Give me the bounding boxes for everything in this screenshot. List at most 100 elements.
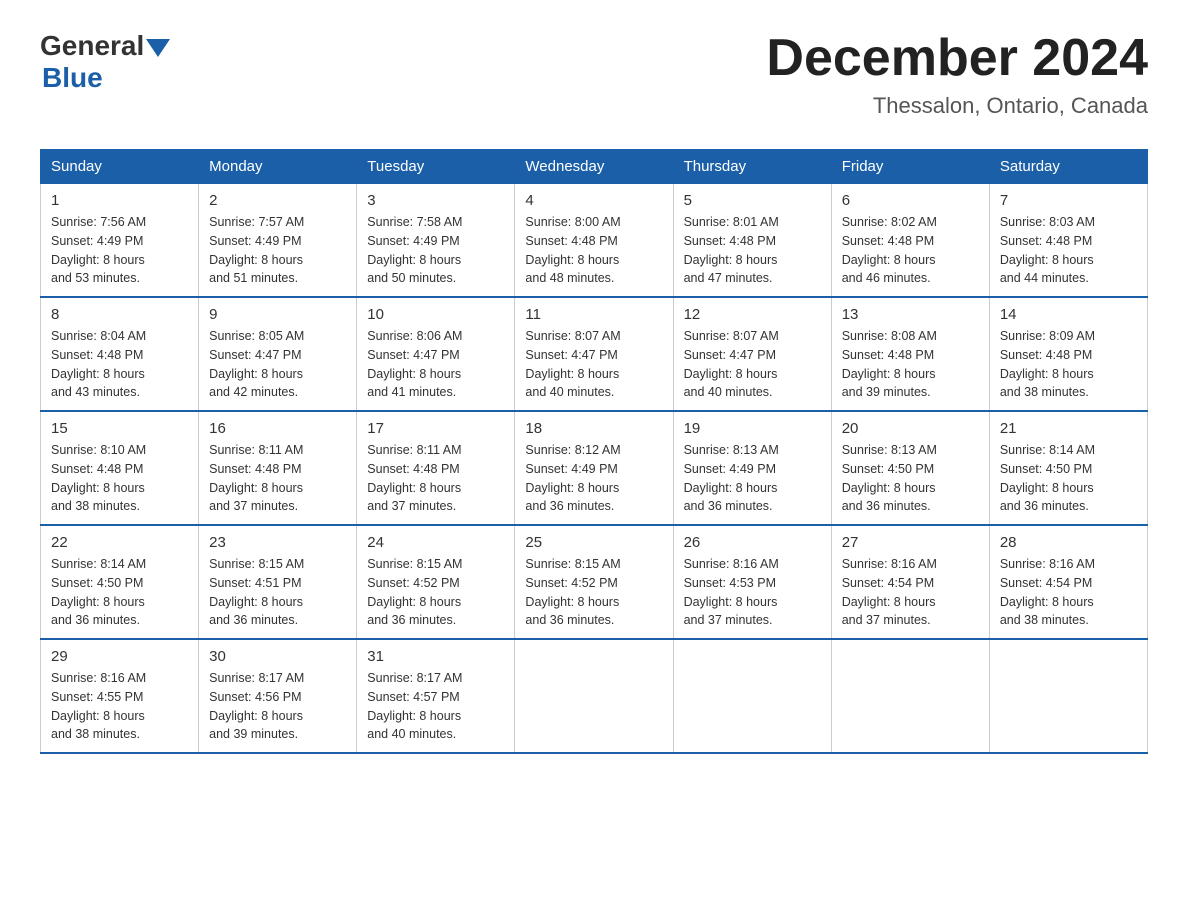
calendar-cell: 31 Sunrise: 8:17 AMSunset: 4:57 PMDaylig… — [357, 639, 515, 753]
calendar-cell: 6 Sunrise: 8:02 AMSunset: 4:48 PMDayligh… — [831, 184, 989, 298]
day-info: Sunrise: 7:57 AMSunset: 4:49 PMDaylight:… — [209, 215, 304, 285]
header-row: SundayMondayTuesdayWednesdayThursdayFrid… — [41, 150, 1148, 184]
day-number: 26 — [684, 534, 821, 551]
calendar-cell — [831, 639, 989, 753]
day-info: Sunrise: 8:16 AMSunset: 4:54 PMDaylight:… — [1000, 557, 1095, 627]
day-info: Sunrise: 8:03 AMSunset: 4:48 PMDaylight:… — [1000, 215, 1095, 285]
day-number: 6 — [842, 192, 979, 209]
header-cell-monday: Monday — [199, 150, 357, 184]
calendar-cell: 7 Sunrise: 8:03 AMSunset: 4:48 PMDayligh… — [989, 184, 1147, 298]
day-number: 5 — [684, 192, 821, 209]
calendar-cell: 24 Sunrise: 8:15 AMSunset: 4:52 PMDaylig… — [357, 525, 515, 639]
day-number: 15 — [51, 420, 188, 437]
day-info: Sunrise: 8:11 AMSunset: 4:48 PMDaylight:… — [209, 443, 303, 513]
calendar-cell: 17 Sunrise: 8:11 AMSunset: 4:48 PMDaylig… — [357, 411, 515, 525]
calendar-cell: 13 Sunrise: 8:08 AMSunset: 4:48 PMDaylig… — [831, 297, 989, 411]
day-number: 22 — [51, 534, 188, 551]
day-info: Sunrise: 8:13 AMSunset: 4:49 PMDaylight:… — [684, 443, 779, 513]
day-number: 27 — [842, 534, 979, 551]
day-info: Sunrise: 8:09 AMSunset: 4:48 PMDaylight:… — [1000, 329, 1095, 399]
calendar-cell: 27 Sunrise: 8:16 AMSunset: 4:54 PMDaylig… — [831, 525, 989, 639]
day-number: 3 — [367, 192, 504, 209]
day-number: 28 — [1000, 534, 1137, 551]
day-number: 12 — [684, 306, 821, 323]
logo-blue-text: Blue — [42, 62, 103, 93]
calendar-cell — [515, 639, 673, 753]
day-info: Sunrise: 8:08 AMSunset: 4:48 PMDaylight:… — [842, 329, 937, 399]
day-info: Sunrise: 8:15 AMSunset: 4:52 PMDaylight:… — [525, 557, 620, 627]
logo: General Blue — [40, 30, 170, 94]
calendar-cell: 12 Sunrise: 8:07 AMSunset: 4:47 PMDaylig… — [673, 297, 831, 411]
day-number: 20 — [842, 420, 979, 437]
day-number: 21 — [1000, 420, 1137, 437]
day-number: 16 — [209, 420, 346, 437]
day-info: Sunrise: 8:16 AMSunset: 4:55 PMDaylight:… — [51, 671, 146, 741]
calendar-cell: 11 Sunrise: 8:07 AMSunset: 4:47 PMDaylig… — [515, 297, 673, 411]
day-number: 23 — [209, 534, 346, 551]
day-number: 9 — [209, 306, 346, 323]
day-number: 10 — [367, 306, 504, 323]
day-info: Sunrise: 8:16 AMSunset: 4:53 PMDaylight:… — [684, 557, 779, 627]
page-header: General Blue December 2024 Thessalon, On… — [40, 30, 1148, 119]
calendar-cell: 9 Sunrise: 8:05 AMSunset: 4:47 PMDayligh… — [199, 297, 357, 411]
day-info: Sunrise: 8:11 AMSunset: 4:48 PMDaylight:… — [367, 443, 461, 513]
calendar-cell: 8 Sunrise: 8:04 AMSunset: 4:48 PMDayligh… — [41, 297, 199, 411]
calendar-cell — [989, 639, 1147, 753]
day-info: Sunrise: 8:17 AMSunset: 4:56 PMDaylight:… — [209, 671, 304, 741]
calendar-cell: 5 Sunrise: 8:01 AMSunset: 4:48 PMDayligh… — [673, 184, 831, 298]
day-info: Sunrise: 8:04 AMSunset: 4:48 PMDaylight:… — [51, 329, 146, 399]
header-cell-friday: Friday — [831, 150, 989, 184]
calendar-week-3: 15 Sunrise: 8:10 AMSunset: 4:48 PMDaylig… — [41, 411, 1148, 525]
day-number: 1 — [51, 192, 188, 209]
calendar-cell: 4 Sunrise: 8:00 AMSunset: 4:48 PMDayligh… — [515, 184, 673, 298]
calendar-cell: 14 Sunrise: 8:09 AMSunset: 4:48 PMDaylig… — [989, 297, 1147, 411]
header-cell-thursday: Thursday — [673, 150, 831, 184]
day-number: 13 — [842, 306, 979, 323]
day-number: 2 — [209, 192, 346, 209]
calendar-cell: 3 Sunrise: 7:58 AMSunset: 4:49 PMDayligh… — [357, 184, 515, 298]
calendar-cell: 23 Sunrise: 8:15 AMSunset: 4:51 PMDaylig… — [199, 525, 357, 639]
day-number: 4 — [525, 192, 662, 209]
calendar-week-1: 1 Sunrise: 7:56 AMSunset: 4:49 PMDayligh… — [41, 184, 1148, 298]
day-number: 29 — [51, 648, 188, 665]
calendar-body: 1 Sunrise: 7:56 AMSunset: 4:49 PMDayligh… — [41, 184, 1148, 754]
calendar-cell: 2 Sunrise: 7:57 AMSunset: 4:49 PMDayligh… — [199, 184, 357, 298]
day-number: 7 — [1000, 192, 1137, 209]
day-info: Sunrise: 8:14 AMSunset: 4:50 PMDaylight:… — [51, 557, 146, 627]
location-subtitle: Thessalon, Ontario, Canada — [766, 93, 1148, 119]
header-cell-sunday: Sunday — [41, 150, 199, 184]
day-info: Sunrise: 7:56 AMSunset: 4:49 PMDaylight:… — [51, 215, 146, 285]
day-info: Sunrise: 8:13 AMSunset: 4:50 PMDaylight:… — [842, 443, 937, 513]
calendar-cell: 30 Sunrise: 8:17 AMSunset: 4:56 PMDaylig… — [199, 639, 357, 753]
header-cell-tuesday: Tuesday — [357, 150, 515, 184]
day-number: 30 — [209, 648, 346, 665]
day-info: Sunrise: 8:12 AMSunset: 4:49 PMDaylight:… — [525, 443, 620, 513]
calendar-cell: 25 Sunrise: 8:15 AMSunset: 4:52 PMDaylig… — [515, 525, 673, 639]
calendar-week-2: 8 Sunrise: 8:04 AMSunset: 4:48 PMDayligh… — [41, 297, 1148, 411]
day-number: 24 — [367, 534, 504, 551]
calendar-cell: 15 Sunrise: 8:10 AMSunset: 4:48 PMDaylig… — [41, 411, 199, 525]
day-number: 11 — [525, 306, 662, 323]
header-cell-saturday: Saturday — [989, 150, 1147, 184]
day-info: Sunrise: 8:14 AMSunset: 4:50 PMDaylight:… — [1000, 443, 1095, 513]
day-info: Sunrise: 8:10 AMSunset: 4:48 PMDaylight:… — [51, 443, 146, 513]
day-number: 18 — [525, 420, 662, 437]
calendar-cell: 10 Sunrise: 8:06 AMSunset: 4:47 PMDaylig… — [357, 297, 515, 411]
logo-triangle-icon — [146, 39, 170, 57]
day-info: Sunrise: 8:16 AMSunset: 4:54 PMDaylight:… — [842, 557, 937, 627]
calendar-cell: 26 Sunrise: 8:16 AMSunset: 4:53 PMDaylig… — [673, 525, 831, 639]
calendar-cell: 16 Sunrise: 8:11 AMSunset: 4:48 PMDaylig… — [199, 411, 357, 525]
calendar-week-4: 22 Sunrise: 8:14 AMSunset: 4:50 PMDaylig… — [41, 525, 1148, 639]
day-info: Sunrise: 8:07 AMSunset: 4:47 PMDaylight:… — [525, 329, 620, 399]
day-number: 25 — [525, 534, 662, 551]
month-title: December 2024 — [766, 30, 1148, 87]
day-info: Sunrise: 8:01 AMSunset: 4:48 PMDaylight:… — [684, 215, 779, 285]
day-info: Sunrise: 8:00 AMSunset: 4:48 PMDaylight:… — [525, 215, 620, 285]
calendar-cell: 28 Sunrise: 8:16 AMSunset: 4:54 PMDaylig… — [989, 525, 1147, 639]
calendar-cell: 1 Sunrise: 7:56 AMSunset: 4:49 PMDayligh… — [41, 184, 199, 298]
day-info: Sunrise: 8:07 AMSunset: 4:47 PMDaylight:… — [684, 329, 779, 399]
calendar-cell: 20 Sunrise: 8:13 AMSunset: 4:50 PMDaylig… — [831, 411, 989, 525]
calendar-table: SundayMondayTuesdayWednesdayThursdayFrid… — [40, 149, 1148, 754]
day-info: Sunrise: 8:05 AMSunset: 4:47 PMDaylight:… — [209, 329, 304, 399]
day-number: 8 — [51, 306, 188, 323]
